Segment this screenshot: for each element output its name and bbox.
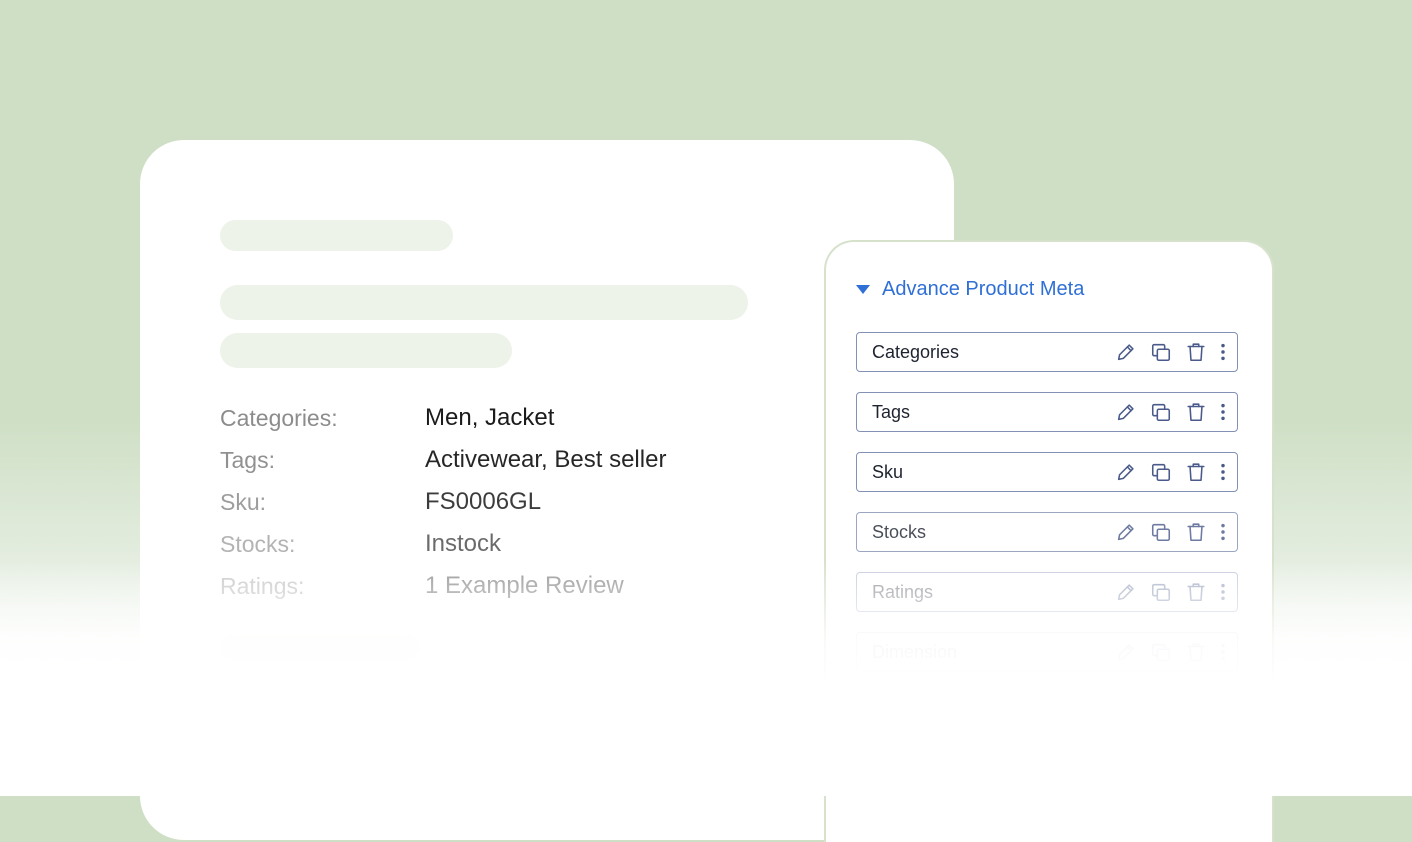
meta-value: 1 Example Review	[425, 572, 624, 599]
duplicate-icon[interactable]	[1150, 341, 1172, 363]
more-vertical-icon[interactable]	[1219, 401, 1227, 423]
skeleton-line	[220, 285, 748, 320]
field-label: Tags	[872, 401, 911, 422]
meta-field-dimension[interactable]: Dimension	[856, 632, 1238, 672]
field-label: Dimension	[872, 641, 958, 662]
caret-down-icon	[856, 285, 870, 294]
more-vertical-icon[interactable]	[1219, 521, 1227, 543]
meta-row-categories: Categories: Men, Jacket	[220, 401, 554, 435]
meta-value: Activewear, Best seller	[425, 446, 667, 473]
meta-field-categories[interactable]: Categories	[856, 332, 1238, 372]
meta-label: Stocks:	[220, 530, 296, 557]
field-actions	[1102, 521, 1237, 543]
more-vertical-icon[interactable]	[1219, 461, 1227, 483]
trash-icon[interactable]	[1185, 461, 1207, 483]
pencil-icon[interactable]	[1115, 461, 1137, 483]
meta-value: Instock	[425, 530, 502, 557]
pencil-icon[interactable]	[1115, 641, 1137, 663]
meta-label: Ratings:	[220, 572, 305, 599]
duplicate-icon[interactable]	[1150, 641, 1172, 663]
more-vertical-icon[interactable]	[1219, 581, 1227, 603]
meta-field-ratings[interactable]: Ratings	[856, 572, 1238, 612]
trash-icon[interactable]	[1185, 341, 1207, 363]
meta-row-sku: Sku: FS0006GL	[220, 485, 541, 519]
field-actions	[1102, 581, 1237, 603]
more-vertical-icon[interactable]	[1219, 641, 1227, 663]
trash-icon[interactable]	[1185, 401, 1207, 423]
meta-value: FS0006GL	[425, 488, 542, 515]
meta-row-tags: Tags: Activewear, Best seller	[220, 443, 666, 477]
field-actions	[1102, 341, 1237, 363]
panel-header-toggle[interactable]: Advance Product Meta	[856, 278, 1084, 301]
field-label: Categories	[872, 341, 960, 362]
field-actions	[1102, 461, 1237, 483]
pencil-icon[interactable]	[1115, 341, 1137, 363]
field-label: Stocks	[872, 521, 927, 542]
panel-title: Advance Product Meta	[882, 278, 1085, 300]
skeleton-line	[220, 220, 453, 251]
meta-label: Tags:	[220, 446, 275, 473]
trash-icon[interactable]	[1185, 581, 1207, 603]
duplicate-icon[interactable]	[1150, 581, 1172, 603]
duplicate-icon[interactable]	[1150, 401, 1172, 423]
duplicate-icon[interactable]	[1150, 461, 1172, 483]
trash-icon[interactable]	[1185, 521, 1207, 543]
field-actions	[1102, 401, 1237, 423]
meta-value: Men, Jacket	[425, 404, 555, 431]
meta-label: Categories:	[220, 404, 338, 431]
field-label: Sku	[872, 461, 904, 482]
pencil-icon[interactable]	[1115, 581, 1137, 603]
pencil-icon[interactable]	[1115, 401, 1137, 423]
duplicate-icon[interactable]	[1150, 521, 1172, 543]
meta-field-tags[interactable]: Tags	[856, 392, 1238, 432]
trash-icon[interactable]	[1185, 641, 1207, 663]
pencil-icon[interactable]	[1115, 521, 1137, 543]
field-actions	[1102, 641, 1237, 663]
meta-label: Sku:	[220, 488, 267, 515]
field-label: Ratings	[872, 581, 934, 602]
skeleton-line	[220, 635, 420, 661]
meta-field-stocks[interactable]: Stocks	[856, 512, 1238, 552]
skeleton-line	[220, 333, 512, 368]
meta-row-ratings: Ratings: 1 Example Review	[220, 569, 624, 603]
more-vertical-icon[interactable]	[1219, 341, 1227, 363]
meta-row-stocks: Stocks: Instock	[220, 527, 501, 561]
meta-field-sku[interactable]: Sku	[856, 452, 1238, 492]
